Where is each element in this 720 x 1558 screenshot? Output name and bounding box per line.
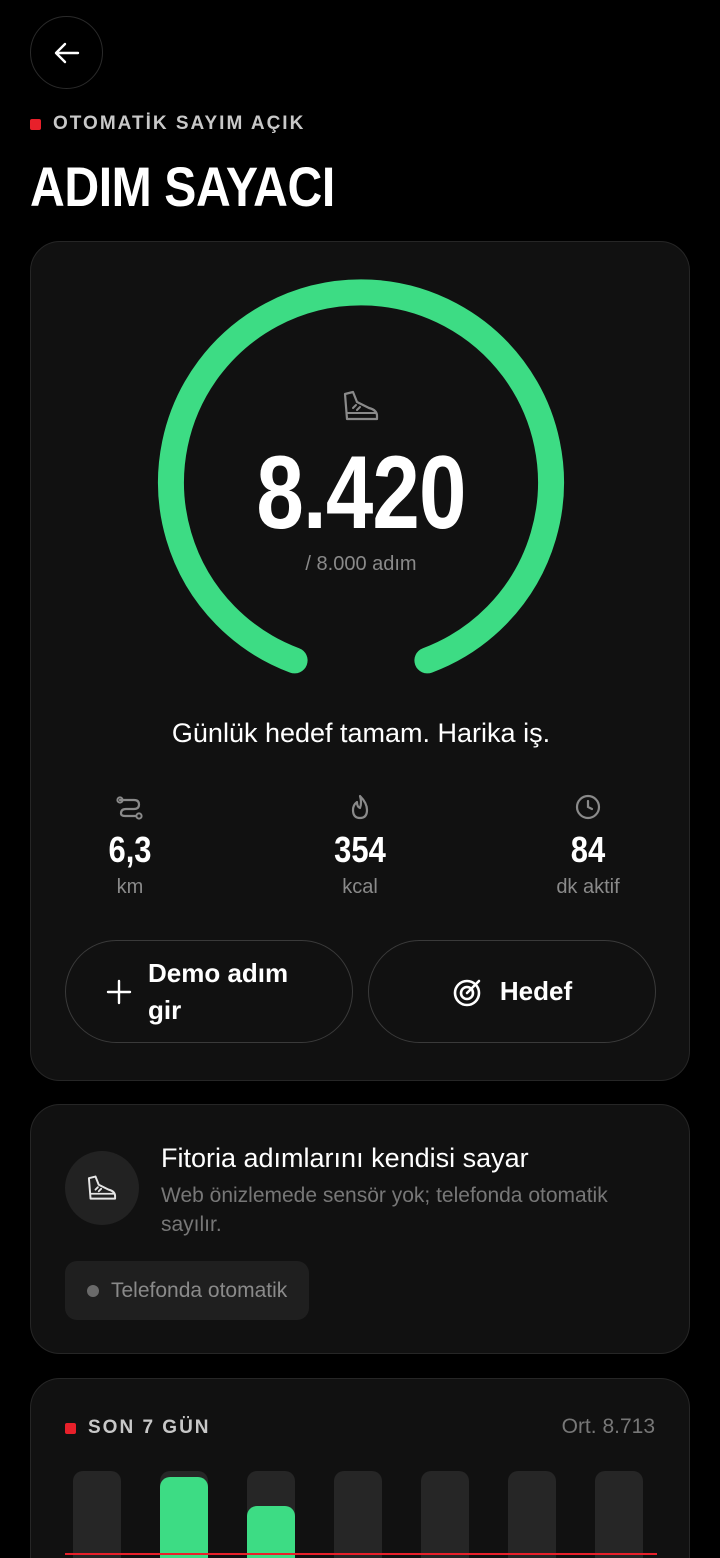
week-bar-2: [160, 1471, 208, 1558]
clock-icon: [575, 794, 601, 820]
week-bar-chart: [65, 1471, 657, 1558]
route-icon: [116, 796, 143, 820]
week-label: SON 7 GÜN: [88, 1417, 211, 1438]
week-bar-5: [421, 1471, 469, 1558]
auto-count-info-card: Fitoria adımlarını kendisi sayar Web öni…: [30, 1104, 690, 1354]
week-bar-fill-2: [160, 1477, 208, 1558]
goal-message: Günlük hedef tamam. Harika iş.: [171, 718, 551, 748]
status-indicator: [30, 118, 41, 130]
week-bar-7: [595, 1471, 643, 1558]
week-bar-3: [247, 1471, 295, 1558]
status-label: OTOMATİK SAYIM AÇIK: [53, 113, 306, 134]
week-goal-line: [65, 1553, 657, 1555]
stat-distance-unit: km: [116, 876, 144, 898]
chip-label: Telefonda otomatik: [111, 1278, 288, 1302]
week-bar-4: [334, 1471, 382, 1558]
week-header: SON 7 GÜN: [65, 1417, 211, 1439]
week-indicator: [65, 1422, 76, 1434]
flame-icon: [351, 794, 369, 820]
chip-dot: [87, 1284, 99, 1297]
week-bar-6: [508, 1471, 556, 1558]
stat-distance-value: 6,3: [108, 829, 152, 870]
stat-calories-unit: kcal: [342, 876, 378, 898]
sneaker-icon: [343, 390, 379, 421]
page-title: ADIM SAYACI: [30, 155, 335, 218]
info-description: Web önizlemede sensör yok; telefonda oto…: [161, 1184, 608, 1236]
stat-active-minutes-value: 84: [570, 829, 606, 870]
week-bar-1: [73, 1471, 121, 1558]
last-7-days-card: SON 7 GÜN Ort. 8.713: [30, 1378, 690, 1558]
step-goal: / 8.000 adım: [305, 553, 417, 575]
info-title: Fitoria adımlarını kendisi sayar: [161, 1143, 529, 1173]
goal-label: Hedef: [499, 976, 573, 1006]
step-count: 8.420: [256, 435, 466, 551]
stat-calories: 354 kcal: [295, 792, 425, 899]
stat-active-minutes-unit: dk aktif: [556, 876, 620, 898]
target-icon: [453, 979, 481, 1006]
demo-steps-label: Demo adım gir: [148, 957, 289, 1025]
auto-count-status: OTOMATİK SAYIM AÇIK: [30, 113, 305, 135]
stat-active-minutes: 84 dk aktif: [523, 792, 653, 899]
week-bar-fill-3: [247, 1506, 295, 1558]
stat-distance: 6,3 km: [65, 792, 195, 899]
info-sneaker-badge: [65, 1151, 139, 1225]
demo-steps-button[interactable]: Demo adım gir: [65, 940, 353, 1043]
auto-count-chip: Telefonda otomatik: [65, 1261, 310, 1320]
arrow-left-icon: [54, 42, 79, 63]
step-progress-card: 8.420 / 8.000 adım Günlük hedef tamam. H…: [30, 241, 690, 1081]
back-button[interactable]: [30, 16, 103, 89]
goal-button[interactable]: Hedef: [368, 940, 656, 1043]
plus-icon: [106, 979, 132, 1004]
week-average: Ort. 8.713: [561, 1415, 655, 1438]
sneaker-icon: [87, 1175, 117, 1200]
stats-row: 6,3 km 354 kcal 84 dk aktif: [65, 792, 655, 902]
stat-calories-value: 354: [334, 829, 386, 870]
